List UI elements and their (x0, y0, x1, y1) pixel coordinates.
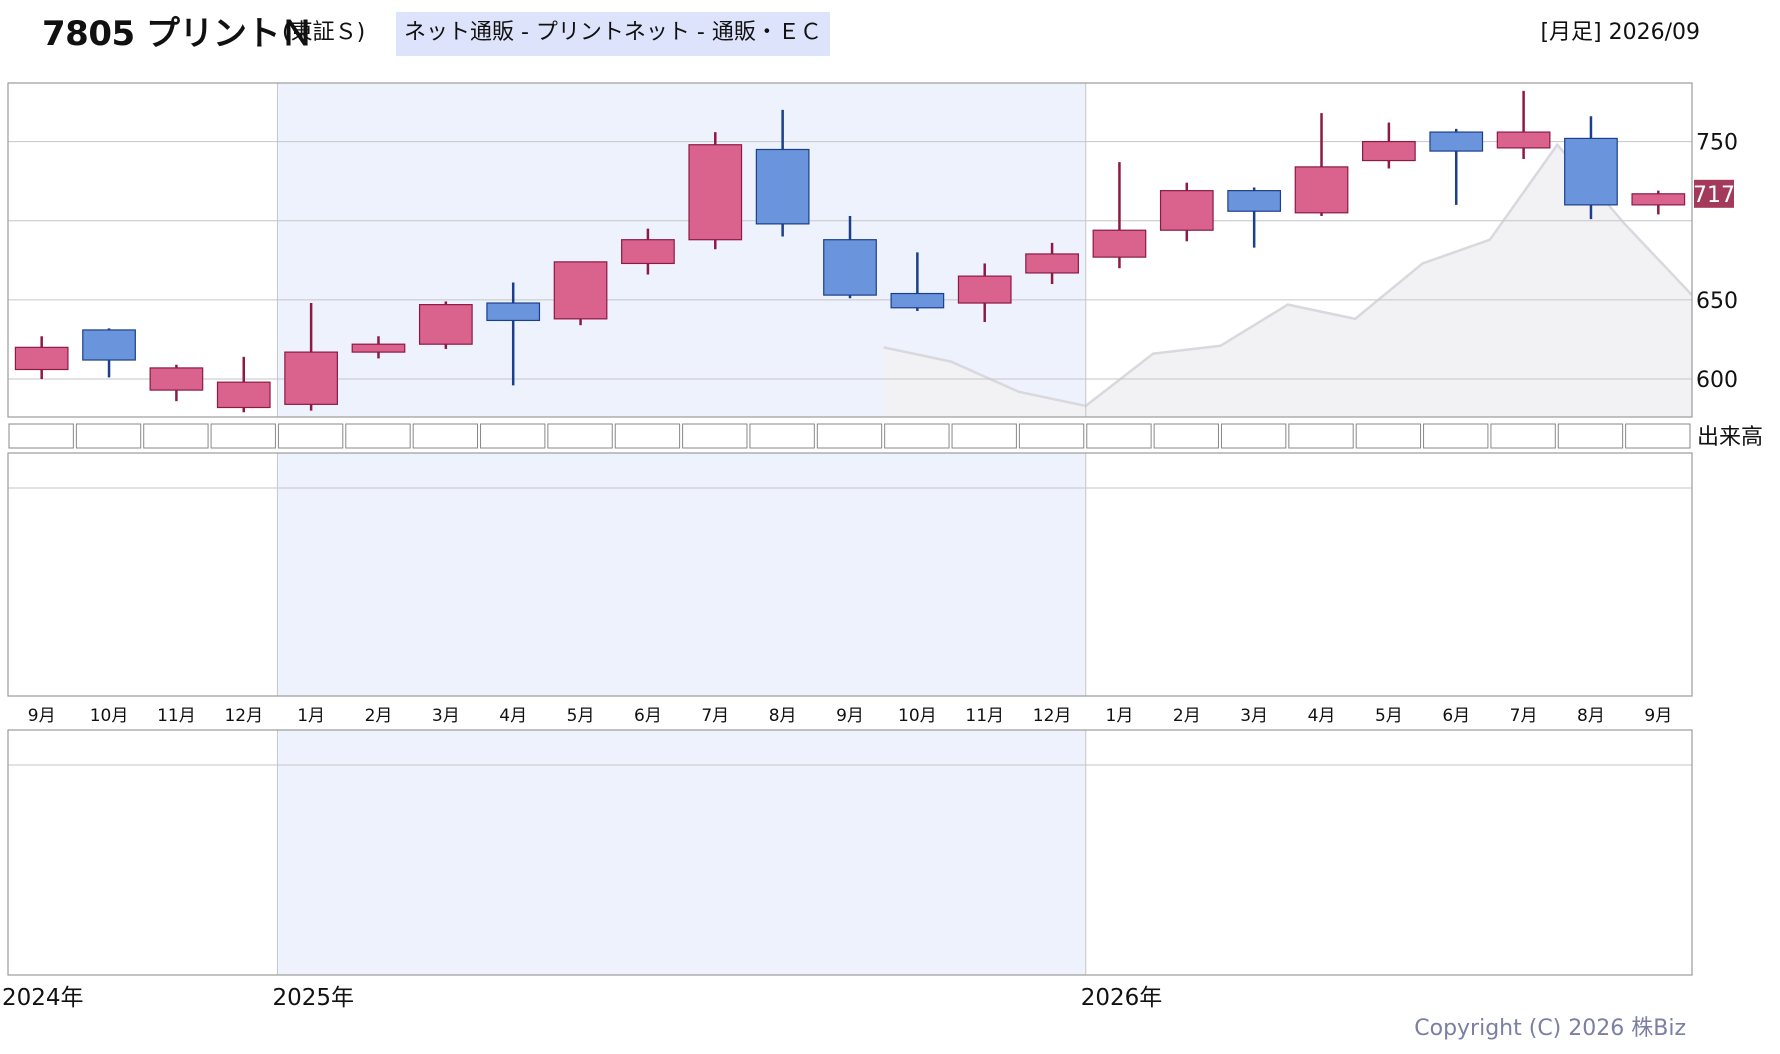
candle-body (1429, 131, 1484, 152)
month-label: 12月 (1033, 706, 1072, 726)
volume-cell (682, 423, 748, 449)
candle-body (486, 302, 541, 322)
volume-cell (1018, 423, 1085, 449)
candle-body (553, 261, 608, 320)
candle-body (1092, 229, 1147, 258)
y-tick-label: 650 (1696, 289, 1738, 314)
candle-body (216, 381, 271, 409)
month-label: 12月 (224, 706, 263, 726)
month-label: 3月 (1240, 706, 1268, 726)
volume-label: 出来高 (1697, 425, 1763, 450)
candle-body (1564, 137, 1618, 206)
month-label: 11月 (157, 706, 196, 726)
volume-cell (143, 423, 209, 449)
month-label: 10月 (898, 706, 937, 726)
volume-cell (1490, 423, 1556, 449)
month-label: 9月 (1644, 706, 1672, 726)
volume-cell (210, 423, 276, 449)
year-label: 2026年 (1081, 985, 1163, 1011)
y-tick-label: 750 (1696, 131, 1738, 156)
candle-body (688, 144, 743, 241)
candle-body (755, 148, 810, 225)
candle (418, 301, 473, 349)
candle-body (149, 367, 204, 391)
volume-cell (1288, 423, 1354, 449)
month-label: 3月 (432, 706, 460, 726)
last-price-label: 717 (1693, 183, 1735, 208)
candle-body (1496, 131, 1551, 149)
volume-cell (412, 423, 479, 449)
month-label: 1月 (1106, 706, 1134, 726)
volume-cell (1557, 423, 1624, 449)
volume-cell (1086, 423, 1152, 449)
candle-body (82, 329, 136, 361)
candle-body (1025, 253, 1079, 274)
month-label: 11月 (965, 706, 1004, 726)
month-label: 6月 (634, 706, 662, 726)
volume-cell (8, 423, 74, 449)
volume-cell (749, 423, 815, 449)
volume-cell (1423, 423, 1489, 449)
candle-body (1227, 190, 1282, 212)
volume-cell (345, 423, 411, 449)
candle-body (418, 304, 473, 345)
copyright-text: Copyright (C) 2026 株Biz (1414, 1016, 1686, 1041)
candle (553, 261, 608, 326)
volume-cell (884, 423, 950, 449)
month-label: 10月 (90, 706, 129, 726)
candle-body (890, 292, 945, 309)
shaded-year-band (277, 453, 1086, 696)
candle-body (1362, 140, 1416, 162)
volume-cell (1625, 423, 1691, 449)
month-label: 4月 (1308, 706, 1336, 726)
candle-body (284, 351, 338, 405)
year-label: 2025年 (272, 985, 354, 1011)
month-label: 5月 (567, 706, 595, 726)
month-label: 2月 (365, 706, 393, 726)
shaded-year-band (277, 730, 1086, 975)
candle-body (1294, 166, 1349, 214)
volume-cell (1153, 423, 1219, 449)
month-label: 8月 (1577, 706, 1605, 726)
month-label: 4月 (499, 706, 527, 726)
volume-cell (951, 423, 1017, 449)
month-label: 8月 (769, 706, 797, 726)
volume-cell (1220, 423, 1287, 449)
month-label: 2月 (1173, 706, 1201, 726)
y-tick-label: 600 (1696, 368, 1738, 393)
volume-cell (816, 423, 883, 449)
candle-body (14, 346, 69, 371)
candle-body (1631, 193, 1686, 206)
candle-body (351, 343, 406, 353)
candle (688, 132, 743, 250)
month-label: 7月 (1510, 706, 1538, 726)
month-label: 1月 (297, 706, 325, 726)
month-label: 6月 (1442, 706, 1470, 726)
volume-cell (277, 423, 344, 449)
year-label: 2024年 (2, 985, 84, 1011)
volume-cell (480, 423, 546, 449)
candle-body (1159, 190, 1214, 231)
month-label: 5月 (1375, 706, 1403, 726)
month-label: 9月 (836, 706, 864, 726)
candle-body (823, 239, 877, 296)
candle-body (621, 239, 675, 265)
candlestick-chart: 600 650 750 717 出来高 9月 10月 11月 12月 1月 2月 3月 4月 5月 6月 7月… (2, 82, 1763, 1011)
volume-cell (1355, 423, 1422, 449)
volume-cell (547, 423, 613, 449)
month-label: 7月 (701, 706, 729, 726)
volume-cell (614, 423, 681, 449)
volume-cell (75, 423, 142, 449)
month-label: 9月 (28, 706, 56, 726)
candle-body (957, 275, 1012, 304)
